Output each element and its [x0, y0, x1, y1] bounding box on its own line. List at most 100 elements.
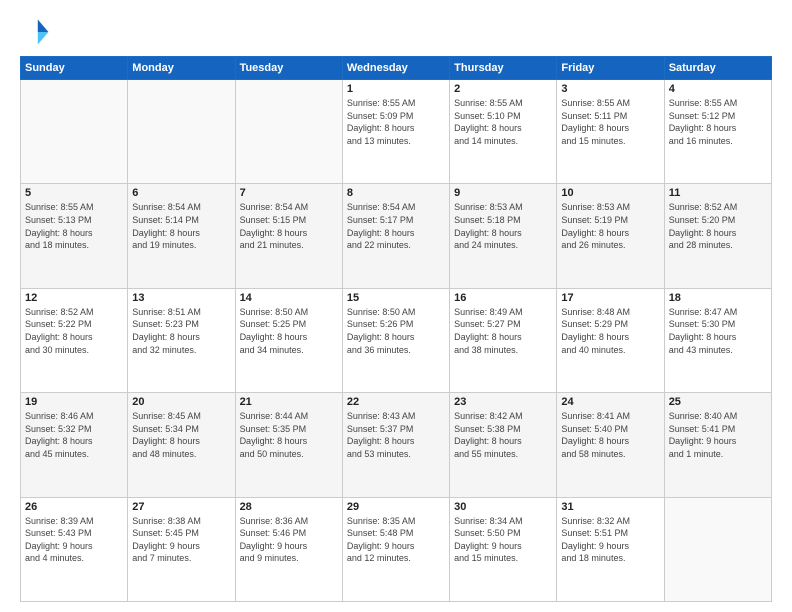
day-number: 19 [25, 396, 123, 408]
day-info: Sunrise: 8:53 AM Sunset: 5:19 PM Dayligh… [561, 201, 659, 251]
calendar-cell: 12 Sunrise: 8:52 AM Sunset: 5:22 PM Dayli… [21, 288, 128, 392]
calendar-cell [128, 80, 235, 184]
day-info: Sunrise: 8:36 AM Sunset: 5:46 PM Dayligh… [240, 515, 338, 565]
day-info: Sunrise: 8:43 AM Sunset: 5:37 PM Dayligh… [347, 410, 445, 460]
day-number: 10 [561, 187, 659, 199]
day-number: 22 [347, 396, 445, 408]
day-number: 2 [454, 83, 552, 95]
day-info: Sunrise: 8:51 AM Sunset: 5:23 PM Dayligh… [132, 306, 230, 356]
day-info: Sunrise: 8:55 AM Sunset: 5:13 PM Dayligh… [25, 201, 123, 251]
day-number: 15 [347, 292, 445, 304]
day-number: 21 [240, 396, 338, 408]
calendar-header-wednesday: Wednesday [342, 57, 449, 80]
day-number: 14 [240, 292, 338, 304]
calendar-cell: 15 Sunrise: 8:50 AM Sunset: 5:26 PM Dayli… [342, 288, 449, 392]
day-number: 28 [240, 501, 338, 513]
logo [20, 16, 56, 48]
day-number: 23 [454, 396, 552, 408]
day-info: Sunrise: 8:52 AM Sunset: 5:22 PM Dayligh… [25, 306, 123, 356]
day-number: 7 [240, 187, 338, 199]
calendar-cell: 20 Sunrise: 8:45 AM Sunset: 5:34 PM Dayli… [128, 393, 235, 497]
day-info: Sunrise: 8:54 AM Sunset: 5:17 PM Dayligh… [347, 201, 445, 251]
calendar-cell: 2 Sunrise: 8:55 AM Sunset: 5:10 PM Daylig… [450, 80, 557, 184]
calendar-cell: 3 Sunrise: 8:55 AM Sunset: 5:11 PM Daylig… [557, 80, 664, 184]
day-info: Sunrise: 8:46 AM Sunset: 5:32 PM Dayligh… [25, 410, 123, 460]
calendar-cell: 24 Sunrise: 8:41 AM Sunset: 5:40 PM Dayli… [557, 393, 664, 497]
day-info: Sunrise: 8:35 AM Sunset: 5:48 PM Dayligh… [347, 515, 445, 565]
day-number: 26 [25, 501, 123, 513]
day-info: Sunrise: 8:55 AM Sunset: 5:11 PM Dayligh… [561, 97, 659, 147]
calendar-header-saturday: Saturday [664, 57, 771, 80]
calendar-cell: 21 Sunrise: 8:44 AM Sunset: 5:35 PM Dayli… [235, 393, 342, 497]
calendar-cell: 25Sunrise: 8:40 AM Sunset: 5:41 PM Dayli… [664, 393, 771, 497]
day-info: Sunrise: 8:54 AM Sunset: 5:15 PM Dayligh… [240, 201, 338, 251]
calendar-cell: 28 Sunrise: 8:36 AM Sunset: 5:46 PM Dayli… [235, 497, 342, 601]
calendar-header-monday: Monday [128, 57, 235, 80]
calendar-header-sunday: Sunday [21, 57, 128, 80]
day-info: Sunrise: 8:45 AM Sunset: 5:34 PM Dayligh… [132, 410, 230, 460]
day-number: 18 [669, 292, 767, 304]
day-info: Sunrise: 8:44 AM Sunset: 5:35 PM Dayligh… [240, 410, 338, 460]
day-number: 17 [561, 292, 659, 304]
calendar-cell: 17Sunrise: 8:48 AM Sunset: 5:29 PM Dayli… [557, 288, 664, 392]
day-info: Sunrise: 8:42 AM Sunset: 5:38 PM Dayligh… [454, 410, 552, 460]
calendar-header-row: SundayMondayTuesdayWednesdayThursdayFrid… [21, 57, 772, 80]
calendar-cell: 6Sunrise: 8:54 AM Sunset: 5:14 PM Daylig… [128, 184, 235, 288]
calendar-cell: 19 Sunrise: 8:46 AM Sunset: 5:32 PM Dayli… [21, 393, 128, 497]
day-number: 13 [132, 292, 230, 304]
day-number: 9 [454, 187, 552, 199]
day-info: Sunrise: 8:40 AM Sunset: 5:41 PM Dayligh… [669, 410, 767, 460]
day-info: Sunrise: 8:55 AM Sunset: 5:10 PM Dayligh… [454, 97, 552, 147]
day-info: Sunrise: 8:50 AM Sunset: 5:26 PM Dayligh… [347, 306, 445, 356]
calendar-week-row: 5Sunrise: 8:55 AM Sunset: 5:13 PM Daylig… [21, 184, 772, 288]
calendar-cell: 9 Sunrise: 8:53 AM Sunset: 5:18 PM Daylig… [450, 184, 557, 288]
calendar-cell: 11 Sunrise: 8:52 AM Sunset: 5:20 PM Dayli… [664, 184, 771, 288]
calendar-header-friday: Friday [557, 57, 664, 80]
day-info: Sunrise: 8:39 AM Sunset: 5:43 PM Dayligh… [25, 515, 123, 565]
calendar-table: SundayMondayTuesdayWednesdayThursdayFrid… [20, 56, 772, 602]
calendar-cell: 4Sunrise: 8:55 AM Sunset: 5:12 PM Daylig… [664, 80, 771, 184]
calendar-cell: 1 Sunrise: 8:55 AM Sunset: 5:09 PM Daylig… [342, 80, 449, 184]
day-number: 3 [561, 83, 659, 95]
day-number: 16 [454, 292, 552, 304]
day-info: Sunrise: 8:52 AM Sunset: 5:20 PM Dayligh… [669, 201, 767, 251]
day-number: 31 [561, 501, 659, 513]
day-number: 24 [561, 396, 659, 408]
day-info: Sunrise: 8:41 AM Sunset: 5:40 PM Dayligh… [561, 410, 659, 460]
calendar-cell: 16 Sunrise: 8:49 AM Sunset: 5:27 PM Dayli… [450, 288, 557, 392]
calendar-cell: 13 Sunrise: 8:51 AM Sunset: 5:23 PM Dayli… [128, 288, 235, 392]
calendar-cell: 30 Sunrise: 8:34 AM Sunset: 5:50 PM Dayli… [450, 497, 557, 601]
day-info: Sunrise: 8:38 AM Sunset: 5:45 PM Dayligh… [132, 515, 230, 565]
day-info: Sunrise: 8:34 AM Sunset: 5:50 PM Dayligh… [454, 515, 552, 565]
day-number: 1 [347, 83, 445, 95]
day-number: 20 [132, 396, 230, 408]
calendar-cell: 18Sunrise: 8:47 AM Sunset: 5:30 PM Dayli… [664, 288, 771, 392]
calendar-cell: 8 Sunrise: 8:54 AM Sunset: 5:17 PM Daylig… [342, 184, 449, 288]
day-number: 29 [347, 501, 445, 513]
day-info: Sunrise: 8:32 AM Sunset: 5:51 PM Dayligh… [561, 515, 659, 565]
calendar-cell [21, 80, 128, 184]
calendar-week-row: 12 Sunrise: 8:52 AM Sunset: 5:22 PM Dayli… [21, 288, 772, 392]
calendar-cell: 31 Sunrise: 8:32 AM Sunset: 5:51 PM Dayli… [557, 497, 664, 601]
calendar-week-row: 26 Sunrise: 8:39 AM Sunset: 5:43 PM Dayli… [21, 497, 772, 601]
calendar-header-tuesday: Tuesday [235, 57, 342, 80]
calendar-week-row: 1 Sunrise: 8:55 AM Sunset: 5:09 PM Daylig… [21, 80, 772, 184]
day-number: 27 [132, 501, 230, 513]
day-info: Sunrise: 8:55 AM Sunset: 5:09 PM Dayligh… [347, 97, 445, 147]
calendar-cell: 14 Sunrise: 8:50 AM Sunset: 5:25 PM Dayli… [235, 288, 342, 392]
day-info: Sunrise: 8:53 AM Sunset: 5:18 PM Dayligh… [454, 201, 552, 251]
calendar-cell: 29 Sunrise: 8:35 AM Sunset: 5:48 PM Dayli… [342, 497, 449, 601]
day-info: Sunrise: 8:50 AM Sunset: 5:25 PM Dayligh… [240, 306, 338, 356]
calendar-cell: 26 Sunrise: 8:39 AM Sunset: 5:43 PM Dayli… [21, 497, 128, 601]
day-number: 8 [347, 187, 445, 199]
calendar-cell: 10 Sunrise: 8:53 AM Sunset: 5:19 PM Dayli… [557, 184, 664, 288]
day-number: 4 [669, 83, 767, 95]
day-info: Sunrise: 8:49 AM Sunset: 5:27 PM Dayligh… [454, 306, 552, 356]
calendar-cell: 22 Sunrise: 8:43 AM Sunset: 5:37 PM Dayli… [342, 393, 449, 497]
day-number: 30 [454, 501, 552, 513]
calendar-cell: 7 Sunrise: 8:54 AM Sunset: 5:15 PM Daylig… [235, 184, 342, 288]
day-info: Sunrise: 8:54 AM Sunset: 5:14 PM Dayligh… [132, 201, 230, 251]
page: SundayMondayTuesdayWednesdayThursdayFrid… [0, 0, 792, 612]
day-number: 11 [669, 187, 767, 199]
day-number: 12 [25, 292, 123, 304]
